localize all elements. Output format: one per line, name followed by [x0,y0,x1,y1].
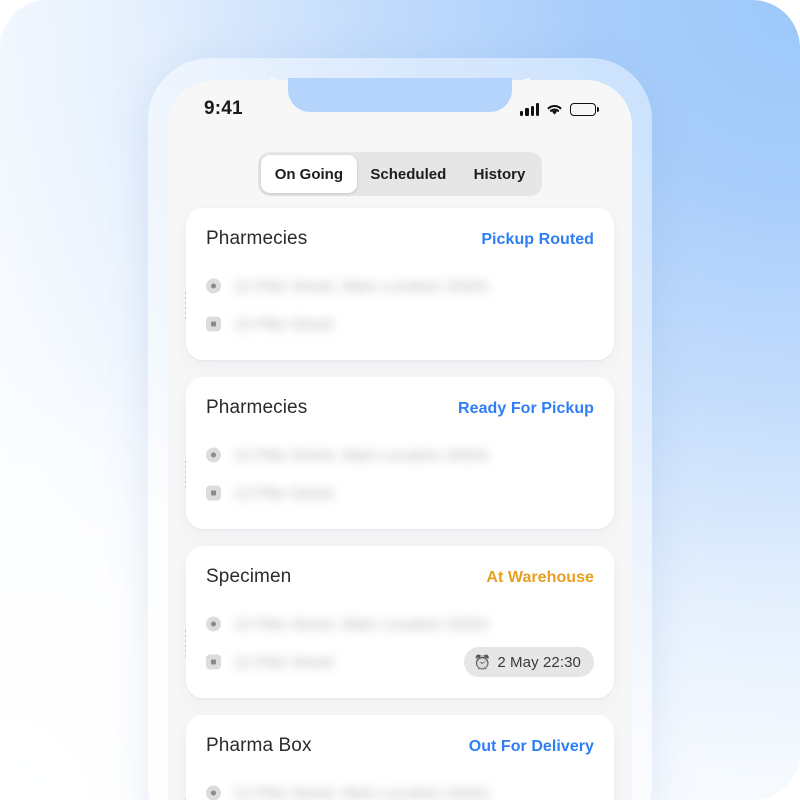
card-title: Pharmecies [206,228,308,249]
delivery-card[interactable]: Specimen At Warehouse 12 Pike Street, Ma… [185,546,614,698]
timeline-origin-row: 12 Pike Street, Main Location 20201 [206,604,594,644]
origin-address: 12 Pike Street, Main Location 20201 [234,446,490,464]
wifi-icon [546,103,563,116]
origin-marker-icon [206,447,221,463]
timeline-connector [185,292,186,322]
alarm-clock-icon: ⏰ [473,654,492,670]
cellular-signal-icon [520,102,539,116]
timeline-connector [185,630,186,660]
route-timeline: 12 Pike Street, Main Location 20201 12 P… [185,266,594,342]
origin-address: 12 Pike Street, Main Location 20201 [234,784,490,800]
origin-marker-icon [206,785,221,800]
delivery-card[interactable]: Pharmecies Ready For Pickup 12 Pike Stre… [185,377,614,529]
origin-address: 12 Pike Street, Main Location 20201 [234,277,490,295]
card-header: Pharma Box Out For Delivery [206,735,594,757]
timeline-origin-row: 12 Pike Street, Main Location 20201 [206,266,594,306]
delivery-card[interactable]: Pharmecies Pickup Routed 12 Pike Street,… [185,208,614,360]
tab-scheduled[interactable]: Scheduled [357,155,460,193]
eta-time-text: 2 May 22:30 [497,653,581,671]
route-timeline: 12 Pike Street, Main Location 20201 12 P… [185,604,594,680]
route-timeline: 12 Pike Street, Main Location 20201 12 P… [185,435,594,511]
status-badge: Ready For Pickup [458,400,594,417]
destination-marker-icon [206,485,221,501]
card-title: Specimen [206,566,292,587]
delivery-card[interactable]: Pharma Box Out For Delivery 12 Pike Stre… [185,715,614,800]
origin-address: 12 Pike Street, Main Location 20201 [234,615,490,633]
origin-marker-icon [206,616,221,632]
status-bar: 9:41 [168,88,632,130]
app-background: 9:41 On Going Scheduled History Pharmeci… [0,0,800,800]
timeline-origin-row: 12 Pike Street, Main Location 20201 [206,773,594,800]
card-title: Pharma Box [206,735,312,756]
delivery-card-list: Pharmecies Pickup Routed 12 Pike Street,… [185,208,614,800]
card-header: Pharmecies Ready For Pickup [206,397,594,419]
timeline-destination-row: 12 Pike Street [206,306,594,342]
battery-icon [570,102,599,116]
origin-marker-icon [206,278,221,294]
card-header: Specimen At Warehouse [206,566,594,588]
tab-on-going[interactable]: On Going [261,155,357,193]
tab-bar: On Going Scheduled History [258,152,542,196]
status-bar-icons [520,102,599,116]
timeline-origin-row: 12 Pike Street, Main Location 20201 [206,435,594,475]
destination-marker-icon [206,654,221,670]
card-header: Pharmecies Pickup Routed [206,228,594,250]
status-badge: Out For Delivery [468,738,594,755]
route-timeline: 12 Pike Street, Main Location 20201 12 P… [185,773,594,800]
tab-history[interactable]: History [460,155,539,193]
timeline-destination-row: 12 Pike Street [206,475,594,511]
destination-address: 12 Pike Street [234,653,334,671]
status-badge: Pickup Routed [481,231,594,248]
destination-address: 12 Pike Street [234,484,334,502]
status-badge: At Warehouse [486,569,594,586]
status-bar-time: 9:41 [204,98,243,119]
card-title: Pharmecies [206,397,308,418]
timeline-connector [185,461,186,491]
timeline-destination-row: 12 Pike Street ⏰ 2 May 22:30 [206,644,594,680]
destination-marker-icon [206,316,221,332]
destination-address: 12 Pike Street [234,315,334,333]
eta-time-pill: ⏰ 2 May 22:30 [463,647,594,677]
